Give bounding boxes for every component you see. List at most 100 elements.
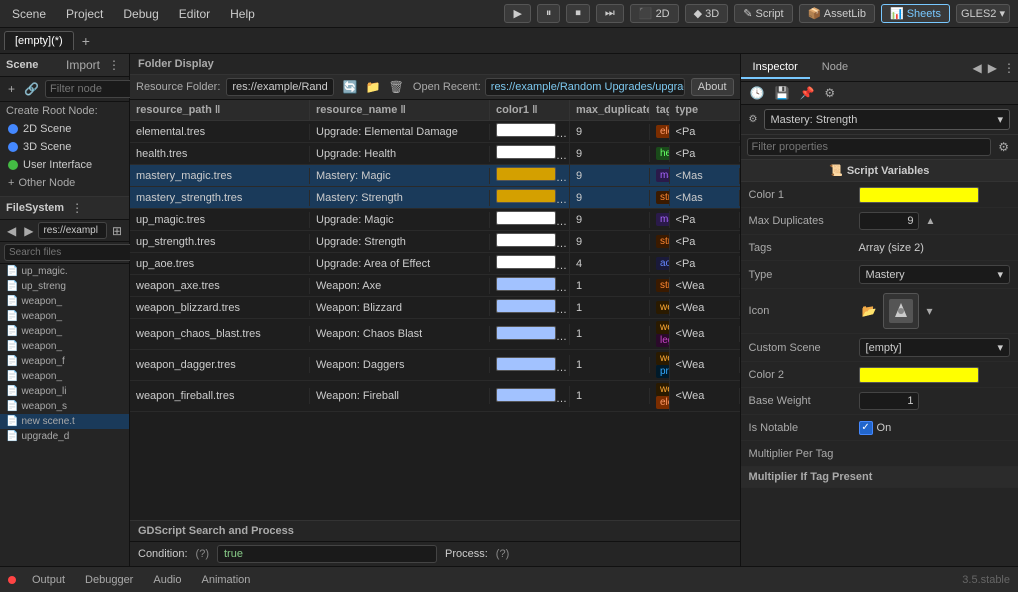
mode-3d[interactable]: ◆ 3D	[685, 4, 729, 23]
pause-button[interactable]: ⏸	[537, 4, 561, 23]
status-output[interactable]: Output	[28, 572, 69, 588]
filter-props-input[interactable]	[747, 138, 992, 156]
resource-delete-btn[interactable]: 🗑	[386, 79, 407, 95]
fs-file-weapon-li[interactable]: 📄 weapon_li	[0, 384, 129, 399]
table-row[interactable]: weapon_axe.tres Weapon: Axe ffa2c2 1 str…	[130, 275, 740, 297]
process-help-icon[interactable]: (?)	[496, 548, 509, 560]
resource-reload-btn[interactable]: 🔄	[340, 79, 361, 95]
fs-search-input[interactable]	[4, 244, 146, 261]
sheets-btn[interactable]: 📊 Sheets	[881, 4, 950, 23]
stop-button[interactable]: ⏹	[566, 4, 590, 23]
base-weight-input[interactable]	[859, 392, 919, 410]
maxdup-up-btn[interactable]: ▲	[923, 215, 939, 228]
menu-project[interactable]: Project	[62, 5, 107, 23]
maxdup-input[interactable]	[859, 212, 919, 230]
scene-menu-btn[interactable]: ⋮	[105, 57, 123, 73]
script-btn[interactable]: ✎ Script	[734, 4, 792, 23]
fs-file-weapon-2[interactable]: 📄 weapon_	[0, 309, 129, 324]
table-row[interactable]: weapon_blizzard.tres Weapon: Blizzard ff…	[130, 297, 740, 319]
td-name: Upgrade: Elemental Damage	[310, 124, 490, 140]
inspector-history-btn[interactable]: 🕓	[747, 85, 768, 101]
scene-add-btn[interactable]: +	[5, 81, 18, 97]
table-row[interactable]: weapon_fireball.tres Weapon: Fireball ff…	[130, 381, 740, 412]
fs-file-weapon-f[interactable]: 📄 weapon_f	[0, 354, 129, 369]
prop-color1-value[interactable]	[859, 187, 1010, 203]
menu-scene[interactable]: Scene	[8, 5, 50, 23]
icon-file-btn[interactable]: 📂	[859, 303, 880, 319]
node-user-interface[interactable]: User Interface	[0, 156, 129, 174]
table-row[interactable]: weapon_dagger.tres Weapon: Daggers ffa2c…	[130, 350, 740, 381]
td-color: ffa2c2	[490, 275, 570, 296]
fs-file-weapon-4[interactable]: 📄 weapon_	[0, 339, 129, 354]
table-row[interactable]: mastery_strength.tres Mastery: Strength …	[130, 187, 740, 209]
about-btn[interactable]: About	[691, 78, 734, 96]
table-row[interactable]: up_magic.tres Upgrade: Magic ffffff 9 ma…	[130, 209, 740, 231]
table-row[interactable]: elemental.tres Upgrade: Elemental Damage…	[130, 121, 740, 143]
icon-dropdown-btn[interactable]: ▾	[923, 303, 935, 319]
fs-file-up-magic[interactable]: 📄 up_magic.	[0, 264, 129, 279]
inspector-pin-btn[interactable]: 📌	[796, 85, 817, 101]
fs-file-up-streng[interactable]: 📄 up_streng	[0, 279, 129, 294]
scene-tab-add[interactable]: +	[76, 31, 96, 51]
fs-file-weapon-1[interactable]: 📄 weapon_	[0, 294, 129, 309]
inspector-back-btn[interactable]: ◀	[970, 60, 985, 76]
import-btn[interactable]: Import	[63, 57, 103, 73]
color1-swatch[interactable]	[859, 187, 979, 203]
condition-help-icon[interactable]: (?)	[196, 548, 209, 560]
table-row[interactable]: health.tres Upgrade: Health ffffff 9 hea…	[130, 143, 740, 165]
icon-preview[interactable]	[883, 293, 919, 329]
status-animation[interactable]: Animation	[198, 572, 255, 588]
step-button[interactable]: ⏭	[596, 4, 624, 23]
filesystem-menu-btn[interactable]: ⋮	[68, 200, 86, 216]
filter-props-settings-btn[interactable]: ⚙	[995, 139, 1012, 155]
status-audio[interactable]: Audio	[149, 572, 185, 588]
inspector-menu-btn[interactable]: ⋮	[1000, 60, 1018, 76]
status-debugger[interactable]: Debugger	[81, 572, 137, 588]
play-button[interactable]: ▶	[504, 4, 530, 23]
resource-open-btn[interactable]: 📁	[363, 79, 384, 95]
node-other[interactable]: + Other Node	[0, 174, 129, 192]
checkbox-checked[interactable]: ✓	[859, 421, 873, 435]
fs-forward-btn[interactable]: ▶	[21, 223, 36, 239]
node-2d-scene[interactable]: 2D Scene	[0, 120, 129, 138]
scene-tab-empty[interactable]: [empty](*)	[4, 31, 74, 50]
inspector-settings-btn[interactable]: ⚙	[821, 85, 838, 101]
mastery-dropdown[interactable]: Mastery: Strength ▾	[764, 109, 1011, 130]
prop-icon-label: Icon	[749, 305, 859, 317]
table-row[interactable]: up_aoe.tres Upgrade: Area of Effect ffff…	[130, 253, 740, 275]
fs-file-weapon-5[interactable]: 📄 weapon_	[0, 369, 129, 384]
inspector-save-btn[interactable]: 💾	[771, 85, 792, 101]
table-row[interactable]: weapon_chaos_blast.tres Weapon: Chaos Bl…	[130, 319, 740, 350]
fs-back-btn[interactable]: ◀	[4, 223, 19, 239]
menu-help[interactable]: Help	[226, 5, 259, 23]
assetlib-btn[interactable]: 📦 AssetLib	[799, 4, 875, 23]
td-color: ffa2c2	[490, 355, 570, 376]
fs-file-weapon-s[interactable]: 📄 weapon_s	[0, 399, 129, 414]
tab-inspector[interactable]: Inspector	[741, 57, 810, 79]
inspector-forward-btn[interactable]: ▶	[985, 60, 1000, 76]
menu-editor[interactable]: Editor	[175, 5, 214, 23]
mode-2d[interactable]: ⬛ 2D	[630, 4, 679, 23]
fs-file-upgrade-d[interactable]: 📄 upgrade_d	[0, 429, 129, 444]
tab-node[interactable]: Node	[810, 57, 860, 79]
td-maxdup: 9	[570, 124, 650, 140]
custom-scene-dropdown[interactable]: [empty] ▾	[859, 338, 1010, 357]
td-tags: aoe	[650, 255, 670, 272]
notable-checkbox[interactable]: ✓ On	[859, 421, 892, 435]
gles-selector[interactable]: GLES2 ▾	[956, 4, 1010, 23]
fs-file-new-scene[interactable]: 📄 new scene.t	[0, 414, 129, 429]
node-3d-scene[interactable]: 3D Scene	[0, 138, 129, 156]
color2-swatch[interactable]	[859, 367, 979, 383]
table-row[interactable]: up_strength.tres Upgrade: Strength fffff…	[130, 231, 740, 253]
type-dropdown[interactable]: Mastery ▾	[859, 265, 1010, 284]
prop-color2-value[interactable]	[859, 367, 1010, 383]
td-tags: weapon strengthprojectile	[650, 350, 670, 380]
fs-file-weapon-3[interactable]: 📄 weapon_	[0, 324, 129, 339]
menu-debug[interactable]: Debug	[119, 5, 162, 23]
td-path: up_strength.tres	[130, 234, 310, 250]
process-label: Process:	[445, 548, 488, 560]
table-row[interactable]: mastery_magic.tres Mastery: Magic ffffd8…	[130, 165, 740, 187]
fs-layout-btn[interactable]: ⊞	[109, 223, 125, 239]
scene-link-btn[interactable]: 🔗	[21, 81, 42, 97]
condition-input[interactable]	[217, 545, 437, 563]
